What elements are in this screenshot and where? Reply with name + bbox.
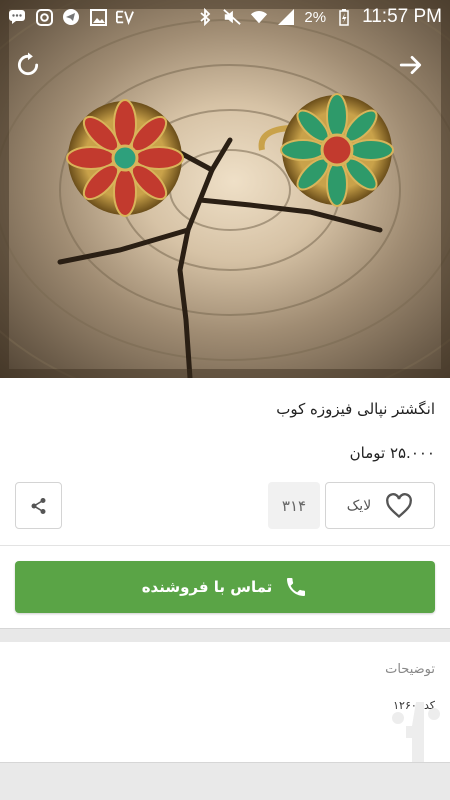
like-label: لایک xyxy=(346,497,372,514)
forward-button[interactable] xyxy=(398,52,428,82)
product-title: انگشتر نپالی فیزوزه کوب xyxy=(276,400,435,418)
bottom-divider xyxy=(0,762,450,800)
phone-icon xyxy=(287,578,306,596)
telegram-icon xyxy=(62,8,80,26)
wifi-icon xyxy=(250,8,268,26)
like-count: ۳۱۴ xyxy=(268,482,320,529)
product-info-card: انگشتر نپالی فیزوزه کوب ۲۵.۰۰۰ تومان ۳۱۴… xyxy=(0,378,450,546)
product-detail-screen: 2% 11:57 PM انگشتر نپالی فیزوزه کوب ۲۵.۰… xyxy=(0,0,450,800)
description-title: توضیحات xyxy=(385,662,435,677)
gallery-icon xyxy=(89,8,107,26)
refresh-icon xyxy=(17,52,39,76)
contact-seller-button[interactable]: تماس با فروشنده xyxy=(15,561,435,613)
chat-bubble-icon xyxy=(8,8,26,26)
instagram-icon xyxy=(35,8,53,26)
app-icon xyxy=(116,8,134,26)
status-left-icons xyxy=(8,8,134,26)
bluetooth-icon xyxy=(196,8,214,26)
contact-section: تماس با فروشنده xyxy=(0,546,450,628)
mute-icon xyxy=(223,8,242,26)
product-image[interactable] xyxy=(0,0,450,378)
status-bar: 2% 11:57 PM xyxy=(0,0,450,34)
battery-percent: 2% xyxy=(304,8,327,26)
section-divider xyxy=(0,628,450,642)
product-photo xyxy=(0,0,450,378)
share-button[interactable] xyxy=(15,482,62,529)
description-section: توضیحات کد: ۱۲۶۰ xyxy=(0,642,450,790)
signal-icon xyxy=(277,8,295,26)
heart-icon xyxy=(386,492,413,518)
clock: 11:57 PM xyxy=(362,6,442,27)
product-price: ۲۵.۰۰۰ تومان xyxy=(349,444,435,462)
contact-seller-label: تماس با فروشنده xyxy=(141,578,273,596)
battery-icon xyxy=(335,8,353,26)
arrow-right-icon xyxy=(399,56,422,74)
share-icon xyxy=(31,497,45,514)
status-right-icons: 2% 11:57 PM xyxy=(196,6,442,28)
like-button[interactable]: لایک xyxy=(325,482,435,529)
refresh-button[interactable] xyxy=(15,52,45,82)
